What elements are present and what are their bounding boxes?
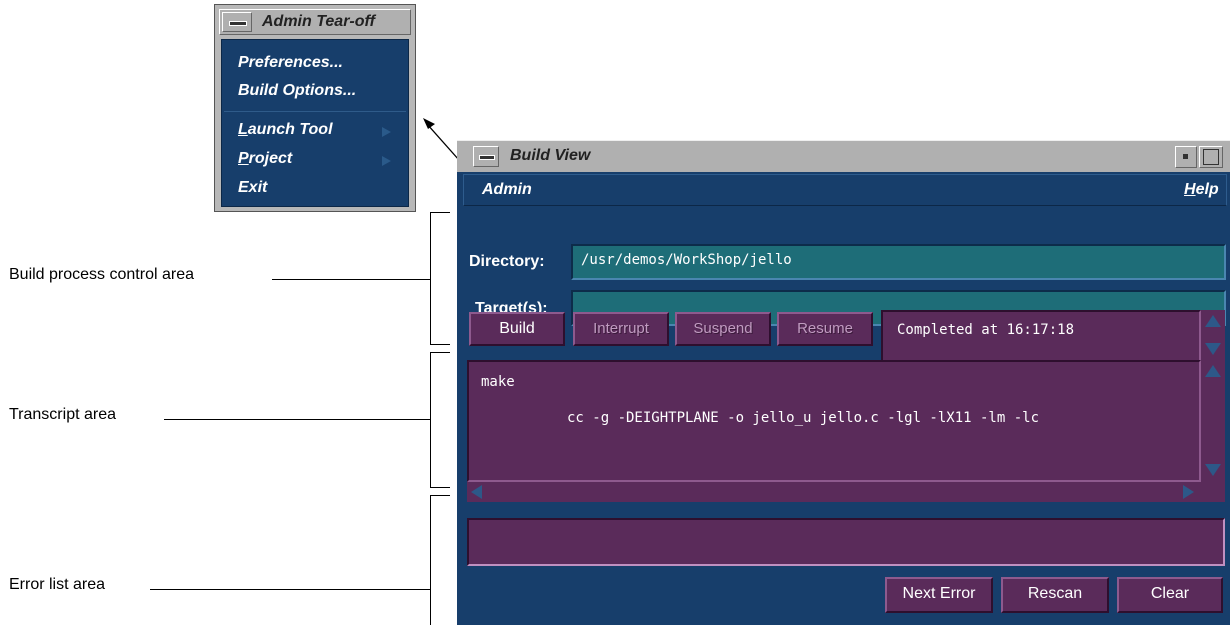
menu-separator (224, 111, 406, 112)
window-menu-icon[interactable] (222, 12, 252, 32)
mnemonic: P (238, 150, 249, 167)
maximize-icon[interactable] (1199, 146, 1223, 168)
menu-help[interactable]: Help (1184, 181, 1219, 199)
window-title-bar[interactable]: Build View (457, 140, 1230, 172)
build-button[interactable]: Build (469, 312, 565, 346)
bracket-error-top (430, 495, 450, 496)
mnemonic: L (238, 121, 248, 138)
menu-label: elp (1195, 181, 1219, 198)
resume-button[interactable]: Resume (777, 312, 873, 346)
transcript-line: cc -g -DEIGHTPLANE -o jello_u jello.c -l… (567, 410, 1040, 426)
bracket-error (430, 495, 431, 625)
annotation-error-list: Error list area (9, 576, 106, 593)
bracket-build (430, 212, 431, 345)
bracket-transcript-top (430, 352, 450, 353)
submenu-arrow-icon (382, 156, 391, 166)
submenu-arrow-icon (382, 127, 391, 137)
bracket-build-bottom (430, 344, 450, 345)
annotation-transcript: Transcript area (9, 406, 116, 423)
menu-item-project[interactable]: Project (238, 150, 292, 168)
menu-label: aunch Tool (247, 121, 333, 138)
minimize-icon[interactable] (1175, 146, 1197, 168)
bracket-build-top (430, 212, 450, 213)
menu-item-launch-tool[interactable]: Launch Tool (238, 121, 333, 139)
suspend-button[interactable]: Suspend (675, 312, 771, 346)
status-scrollbar[interactable] (1201, 310, 1225, 362)
interrupt-button[interactable]: Interrupt (573, 312, 669, 346)
tearoff-title: Admin Tear-off (262, 13, 375, 30)
transcript-hscrollbar[interactable] (467, 482, 1201, 502)
scroll-corner (1201, 482, 1225, 502)
error-list[interactable] (467, 518, 1225, 566)
menu-label: roject (248, 150, 293, 167)
menu-item-build-options[interactable]: Build Options... (238, 82, 356, 100)
scroll-up-icon[interactable] (1205, 315, 1221, 327)
window-menu-icon[interactable] (473, 146, 499, 167)
scroll-right-icon[interactable] (1183, 485, 1194, 499)
directory-label: Directory: (469, 253, 545, 270)
transcript-line: make (481, 374, 515, 390)
scroll-down-icon[interactable] (1205, 343, 1221, 355)
scroll-down-icon[interactable] (1205, 464, 1221, 476)
status-display: Completed at 16:17:18 (881, 310, 1201, 362)
menu-item-preferences[interactable]: Preferences... (238, 54, 343, 72)
mnemonic: H (1184, 181, 1196, 198)
window-title: Build View (510, 147, 591, 164)
scroll-up-icon[interactable] (1205, 365, 1221, 377)
menu-item-exit[interactable]: Exit (238, 179, 267, 197)
tearoff-menu: Preferences... Build Options... Launch T… (221, 39, 409, 207)
rescan-button[interactable]: Rescan (1001, 577, 1109, 613)
directory-field[interactable]: /usr/demos/WorkShop/jello (571, 244, 1226, 280)
admin-tearoff-window: Admin Tear-off Preferences... Build Opti… (214, 4, 416, 212)
next-error-button[interactable]: Next Error (885, 577, 993, 613)
bracket-transcript (430, 352, 431, 487)
clear-button[interactable]: Clear (1117, 577, 1223, 613)
annotation-build-control: Build process control area (9, 266, 194, 283)
menu-admin[interactable]: Admin (482, 181, 532, 199)
transcript-vscrollbar[interactable] (1201, 360, 1225, 482)
callout-line-transcript (164, 419, 430, 420)
build-view-window: Build View Admin Help Directory: /usr/de… (457, 140, 1230, 625)
callout-line-error (150, 589, 430, 590)
menu-bar: Admin Help (463, 174, 1227, 206)
tearoff-title-bar[interactable]: Admin Tear-off (219, 9, 411, 35)
callout-line-build (272, 279, 430, 280)
scroll-left-icon[interactable] (471, 485, 482, 499)
transcript-area[interactable]: make cc -g -DEIGHTPLANE -o jello_u jello… (467, 360, 1201, 482)
bracket-transcript-bottom (430, 487, 450, 488)
